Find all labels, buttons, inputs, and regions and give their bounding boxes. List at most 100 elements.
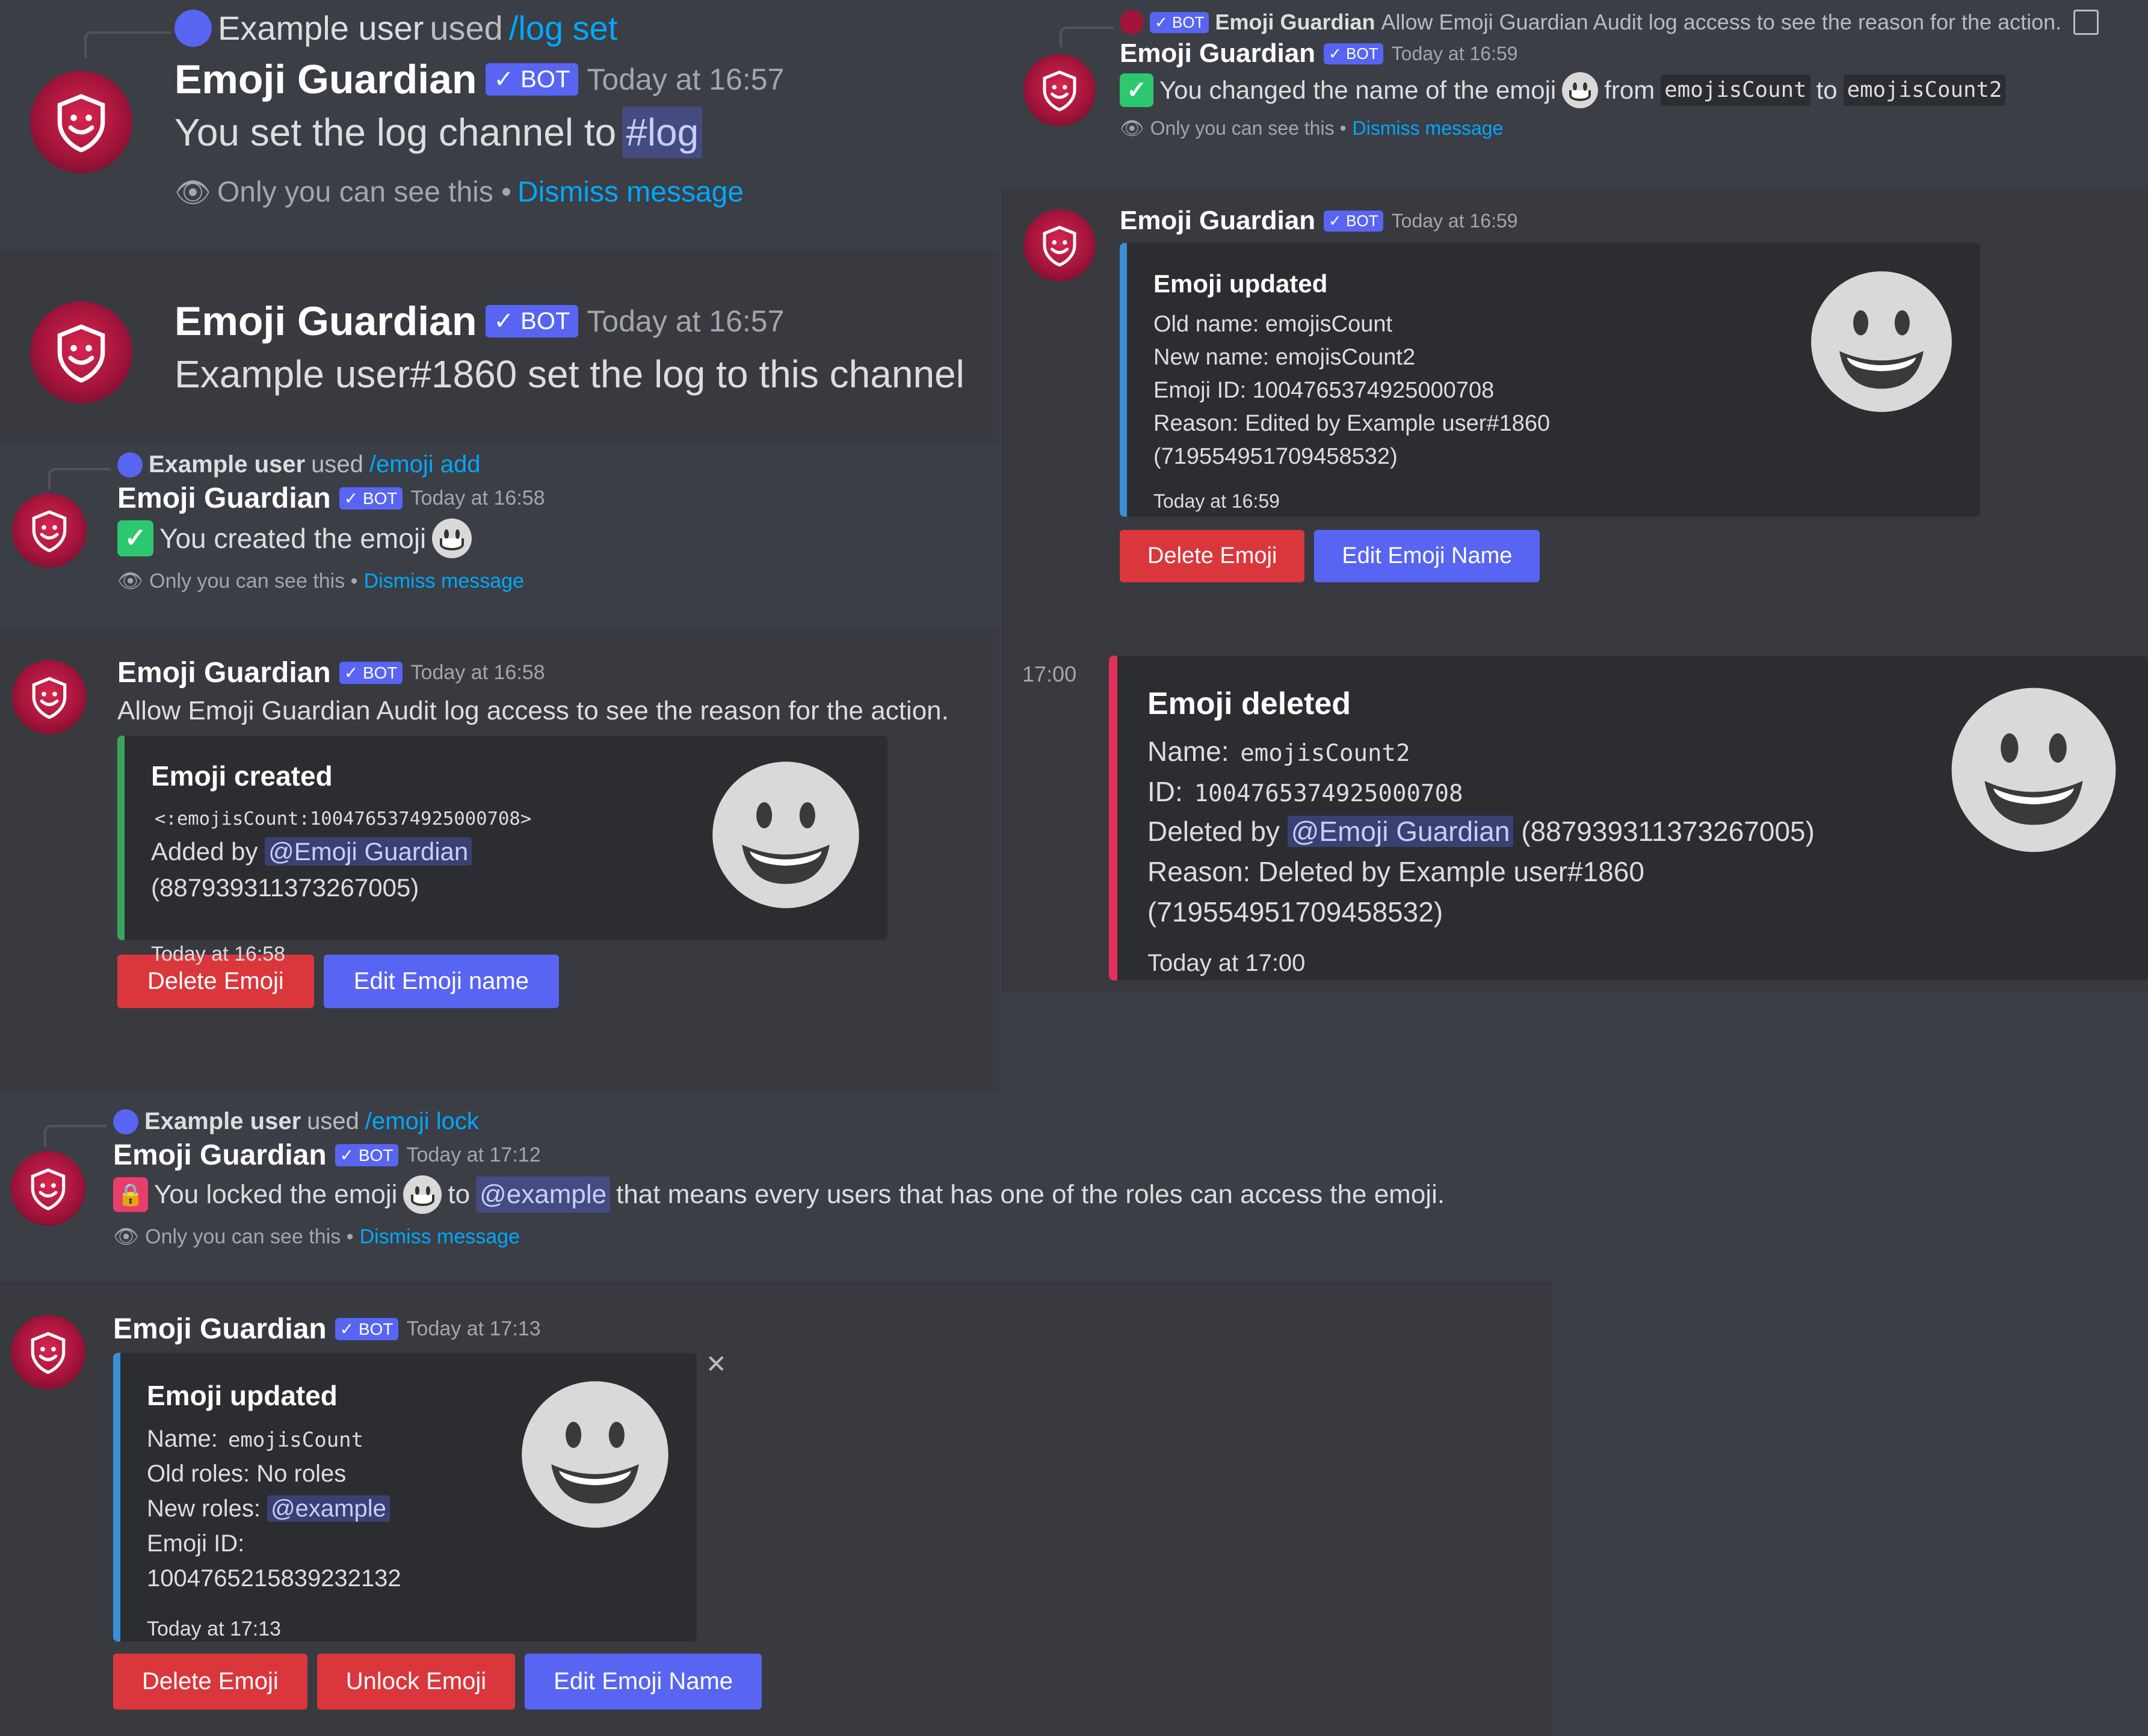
- message-text-a: You locked the emoji: [154, 1180, 398, 1210]
- panel-emoji-created: Emoji Guardian ✓ BOT Today at 16:58 Allo…: [0, 629, 999, 1092]
- embed-emoji-created: Emoji created <:emojisCount:100476537492…: [117, 736, 887, 965]
- panel-log-set: Example user used /log set Emoji Guardia…: [0, 0, 999, 241]
- id-label: ID:: [1147, 775, 1183, 807]
- bot-name[interactable]: Emoji Guardian: [1120, 38, 1315, 69]
- check-icon: ✓: [1120, 73, 1153, 107]
- timestamp: Today at 17:13: [406, 1317, 541, 1340]
- ref-username[interactable]: Example user: [144, 1108, 301, 1135]
- shield-icon: [26, 1167, 70, 1210]
- panel-emoji-add: Example user used /emoji add Emoji Guard…: [0, 445, 999, 626]
- grinning-emoji-icon: [1562, 72, 1599, 108]
- dismiss-message-link[interactable]: Dismiss message: [364, 570, 524, 593]
- bot-avatar[interactable]: [12, 493, 87, 568]
- user-id: (887939311373267005): [151, 873, 419, 902]
- image-icon: [2073, 10, 2099, 35]
- bot-avatar[interactable]: [30, 301, 132, 404]
- dismiss-message-link[interactable]: Dismiss message: [360, 1225, 520, 1249]
- ref-bot-name[interactable]: Emoji Guardian: [1215, 10, 1375, 35]
- message-text: Allow Emoji Guardian Audit log access to…: [117, 696, 949, 725]
- embed-title: Emoji updated: [1153, 269, 1328, 298]
- dismiss-message-link[interactable]: Dismiss message: [517, 176, 744, 209]
- bot-avatar[interactable]: [11, 1315, 85, 1390]
- shield-icon: [26, 1331, 70, 1374]
- shield-icon: [28, 676, 71, 719]
- old-name-line: Old name: emojisCount: [1153, 312, 1393, 337]
- discord-icon: [117, 452, 143, 478]
- message-text-c: that means every users that has one of t…: [616, 1180, 1445, 1210]
- bot-name[interactable]: Emoji Guardian: [174, 56, 477, 103]
- emoji-name-code: emojisCount: [224, 1427, 368, 1453]
- bot-badge: ✓ BOT: [339, 662, 403, 684]
- ref-command[interactable]: /log set: [509, 8, 618, 48]
- dismiss-message-link[interactable]: Dismiss message: [1353, 117, 1504, 140]
- reply-reference: ✓ BOT Emoji Guardian Allow Emoji Guardia…: [1060, 10, 2138, 47]
- new-roles-label: New roles:: [147, 1495, 261, 1522]
- bot-name[interactable]: Emoji Guardian: [113, 1313, 327, 1346]
- panel-emoji-roles-updated: Emoji Guardian ✓ BOT Today at 17:13 ✕ Em…: [0, 1281, 1552, 1736]
- timestamp: Today at 16:59: [1391, 209, 1518, 232]
- shield-icon: [28, 509, 71, 552]
- bot-avatar[interactable]: [1023, 54, 1096, 126]
- timestamp: Today at 17:12: [406, 1143, 541, 1166]
- shield-icon: [51, 322, 111, 383]
- user-mention[interactable]: @Emoji Guardian: [265, 837, 472, 866]
- bot-avatar[interactable]: [11, 1151, 85, 1226]
- reason-line: Reason: Edited by Example user#1860 (719…: [1153, 411, 1551, 470]
- ephemeral-text: Only you can see this •: [145, 1225, 354, 1248]
- gutter-timestamp: 17:00: [1022, 662, 1077, 686]
- bot-badge: ✓ BOT: [1150, 11, 1209, 33]
- delete-emoji-button[interactable]: Delete Emoji: [113, 1654, 307, 1710]
- bot-name[interactable]: Emoji Guardian: [174, 298, 477, 345]
- channel-mention[interactable]: #log: [622, 106, 703, 159]
- bot-avatar[interactable]: [12, 660, 87, 734]
- bot-badge: ✓ BOT: [485, 63, 579, 96]
- message-text-b: to: [448, 1180, 471, 1210]
- bot-badge: ✓ BOT: [1324, 210, 1383, 232]
- bot-name[interactable]: Emoji Guardian: [117, 656, 331, 689]
- unlock-emoji-button[interactable]: Unlock Emoji: [316, 1654, 516, 1710]
- ref-username[interactable]: Example user: [218, 8, 424, 48]
- ephemeral-text: Only you can see this •: [149, 569, 358, 593]
- bot-avatar[interactable]: [1023, 209, 1096, 282]
- delete-emoji-button[interactable]: Delete Emoji: [1120, 530, 1305, 582]
- ref-command[interactable]: /emoji add: [369, 451, 481, 478]
- command-reference: Example user used /emoji lock: [44, 1108, 1543, 1147]
- message-text: You set the log channel to: [174, 111, 617, 154]
- close-icon[interactable]: ✕: [706, 1349, 727, 1379]
- emoji-code: <:emojisCount:1004765374925000708>: [151, 807, 535, 831]
- ref-text: Allow Emoji Guardian Audit log access to…: [1381, 10, 2062, 34]
- message-text: Example user#1860 set the log to this ch…: [174, 352, 964, 396]
- background-filler: [1002, 993, 2148, 1101]
- shield-icon: [1039, 224, 1081, 266]
- bot-badge: ✓ BOT: [335, 1318, 398, 1340]
- edit-emoji-name-button[interactable]: Edit Emoji Name: [1314, 530, 1540, 582]
- ref-command[interactable]: /emoji lock: [365, 1108, 479, 1135]
- role-mention[interactable]: @example: [476, 1177, 611, 1213]
- timestamp: Today at 16:58: [410, 661, 545, 684]
- timestamp: Today at 16:58: [410, 487, 545, 509]
- bot-badge: ✓ BOT: [335, 1144, 398, 1166]
- ref-username[interactable]: Example user: [149, 451, 305, 478]
- timestamp: Today at 16:59: [1391, 42, 1518, 64]
- user-mention[interactable]: @Emoji Guardian: [1287, 816, 1514, 848]
- emoji-id-code: 1004765374925000708: [1190, 778, 1467, 808]
- eye-icon: 👁: [117, 570, 144, 593]
- bot-avatar[interactable]: [30, 71, 132, 173]
- bot-name[interactable]: Emoji Guardian: [113, 1139, 327, 1172]
- added-by-label: Added by: [151, 837, 258, 866]
- grinning-emoji-icon: [520, 1379, 670, 1530]
- grinning-emoji-icon: [1809, 269, 1954, 414]
- panel-log-channel: Emoji Guardian ✓ BOT Today at 16:57 Exam…: [0, 250, 999, 442]
- ref-used-text: used: [430, 9, 503, 47]
- embed-footer: Today at 17:13: [147, 1617, 282, 1640]
- bot-name[interactable]: Emoji Guardian: [1120, 206, 1315, 236]
- emoji-id-line: Emoji ID: 1004765374925000708: [1153, 378, 1495, 404]
- reason-line: Reason: Deleted by Example user#1860 (71…: [1147, 856, 1644, 928]
- background-filler-bottom: [1552, 1101, 2148, 1736]
- role-mention[interactable]: @example: [267, 1495, 390, 1522]
- timestamp: Today at 16:57: [587, 304, 785, 338]
- edit-emoji-name-button[interactable]: Edit Emoji Name: [525, 1654, 762, 1710]
- eye-icon: 👁: [113, 1225, 140, 1248]
- bot-name[interactable]: Emoji Guardian: [117, 482, 331, 515]
- ephemeral-text: Only you can see this •: [1150, 117, 1347, 139]
